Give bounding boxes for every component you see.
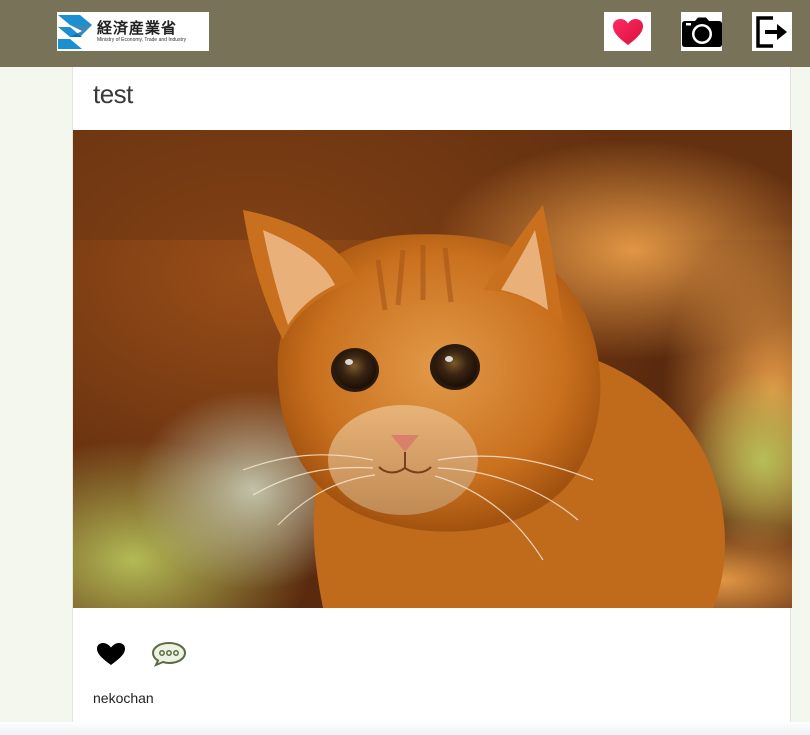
top-navbar: 経済産業省 Ministry of Economy, Trade and Ind… [0,0,810,67]
heart-icon [612,18,643,45]
post-card: test nekochan [72,67,792,735]
nav-logout-button[interactable] [752,12,792,51]
post-author[interactable]: nekochan [93,690,154,706]
logo-jp-text: 経済産業省 [97,19,178,37]
cat-photo [73,130,792,608]
nav-camera-button[interactable] [681,12,722,51]
comment-button[interactable] [151,640,187,668]
heart-icon [97,643,125,665]
nav-likes-button[interactable] [604,12,651,51]
like-button[interactable] [95,641,127,667]
camera-icon [681,17,722,47]
post-actions [95,639,187,669]
logo-en-text: Ministry of Economy, Trade and Industry [97,37,187,43]
logout-icon [756,15,787,48]
meti-logo-mark-icon [58,15,92,49]
speech-bubble-icon [151,641,187,667]
bottom-shadow [0,722,810,735]
meti-logo[interactable]: 経済産業省 Ministry of Economy, Trade and Ind… [57,12,209,51]
post-photo [73,130,792,608]
post-title: test [93,79,133,109]
